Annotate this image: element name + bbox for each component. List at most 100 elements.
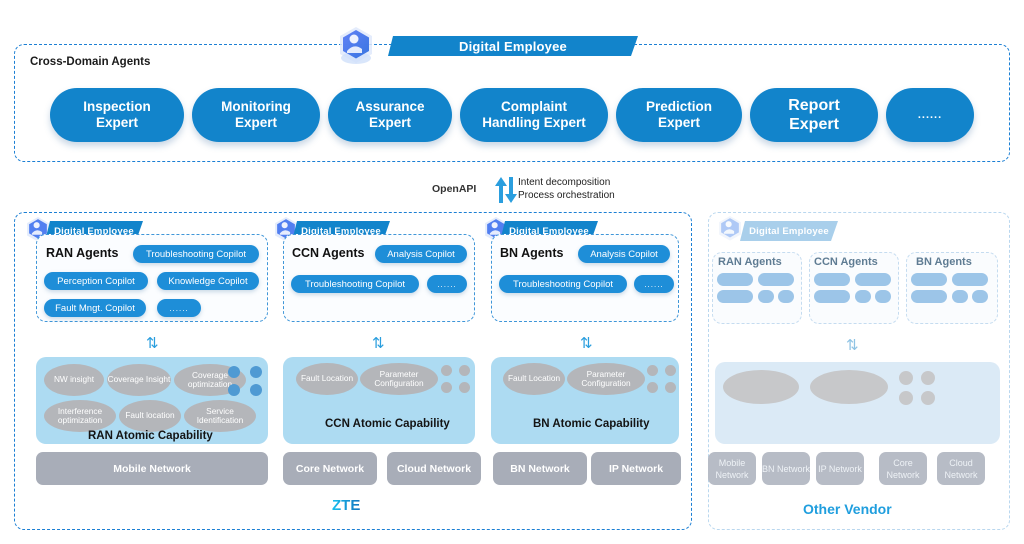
connector-line-1: Intent decomposition	[518, 177, 611, 188]
ghost-capability-ellipse	[723, 370, 799, 404]
other-network-box-mobile[interactable]: Mobile Network	[708, 452, 756, 485]
capability-dot	[459, 382, 470, 393]
ghost-pill	[952, 290, 968, 303]
capability-fault-location[interactable]: Fault Location	[503, 363, 565, 395]
expert-label-line2: Expert	[789, 116, 839, 133]
expert-button-more[interactable]: ......	[886, 88, 974, 142]
up-down-arrow-icon-ccn: ⇅	[372, 334, 385, 352]
cross-domain-agents-label: Cross-Domain Agents	[30, 56, 151, 68]
digital-employee-cube-icon	[716, 214, 744, 249]
capability-dot	[921, 391, 935, 405]
network-box-mobile[interactable]: Mobile Network	[36, 452, 268, 485]
up-down-arrow-icon-bn: ⇅	[580, 334, 593, 352]
ghost-pill	[814, 273, 850, 286]
other-network-label: Mobile Network	[715, 457, 749, 480]
other-ran-agents-title: RAN Agents	[718, 256, 782, 268]
expert-label-line1: Prediction	[645, 99, 712, 114]
expert-label-line1: Monitoring	[221, 99, 291, 114]
ran-atomic-capability-title: RAN Atomic Capability	[88, 430, 213, 442]
capability-fault-location[interactable]: Fault Location	[296, 363, 358, 395]
connector-description: Intent decomposition Process orchestrati…	[518, 177, 615, 202]
ghost-pill	[972, 290, 988, 303]
capability-dot	[899, 391, 913, 405]
ghost-pill	[875, 290, 891, 303]
capability-dot	[228, 366, 240, 378]
pill-more-bn[interactable]: ......	[634, 275, 674, 293]
expert-button-inspection[interactable]: Inspection Expert	[50, 88, 184, 142]
up-down-arrows-icon	[494, 176, 518, 209]
other-bn-agents-title: BN Agents	[916, 256, 972, 268]
capability-dot	[921, 371, 935, 385]
other-network-box-cloud[interactable]: Cloud Network	[937, 452, 985, 485]
capability-dot	[441, 365, 452, 376]
other-network-label: Cloud Network	[944, 457, 978, 480]
ghost-capability-ellipse	[810, 370, 888, 404]
ghost-pill	[814, 290, 850, 303]
network-box-bn[interactable]: BN Network	[493, 452, 587, 485]
pill-troubleshooting-copilot[interactable]: Troubleshooting Copilot	[499, 275, 627, 293]
other-network-label: BN Network	[762, 463, 811, 474]
capability-service-identification[interactable]: Service Identification	[184, 400, 256, 432]
network-box-cloud[interactable]: Cloud Network	[387, 452, 481, 485]
pill-troubleshooting-copilot[interactable]: Troubleshooting Copilot	[291, 275, 419, 293]
bn-atomic-capability-title: BN Atomic Capability	[533, 418, 650, 430]
other-vendor-label: Other Vendor	[803, 501, 892, 517]
capability-coverage-insight[interactable]: Coverage Insight	[107, 364, 171, 396]
ghost-pill	[717, 290, 753, 303]
expert-label-line1: Report	[788, 97, 840, 114]
capability-nw-insight[interactable]: NW insight	[44, 364, 104, 396]
pill-knowledge-copilot[interactable]: Knowledge Copilot	[157, 272, 259, 290]
ghost-pill	[758, 273, 794, 286]
zte-vendor-label: ZTE	[332, 497, 361, 514]
capability-dot	[665, 382, 676, 393]
pill-analysis-copilot[interactable]: Analysis Copilot	[578, 245, 670, 263]
other-ccn-agents-title: CCN Agents	[814, 256, 878, 268]
capability-parameter-configuration[interactable]: Parameter Configuration	[360, 363, 438, 395]
ghost-pill	[855, 290, 871, 303]
other-network-box-core[interactable]: Core Network	[879, 452, 927, 485]
ccn-atomic-capability-title: CCN Atomic Capability	[325, 418, 450, 430]
ghost-pill	[758, 290, 774, 303]
ghost-pill	[778, 290, 794, 303]
expert-label-line2: Handling Expert	[482, 115, 586, 130]
pill-troubleshooting-copilot[interactable]: Troubleshooting Copilot	[133, 245, 259, 263]
expert-label-line2: Expert	[657, 115, 700, 130]
digital-employee-cube-icon	[336, 24, 376, 73]
expert-button-complaint-handling[interactable]: Complaint Handling Expert	[460, 88, 608, 142]
expert-button-assurance[interactable]: Assurance Expert	[328, 88, 452, 142]
expert-label-line2: Expert	[95, 115, 138, 130]
other-network-label: Core Network	[886, 457, 920, 480]
network-box-ip[interactable]: IP Network	[591, 452, 681, 485]
ccn-agents-title: CCN Agents	[292, 246, 365, 260]
other-network-box-ip[interactable]: IP Network	[816, 452, 864, 485]
other-network-box-bn[interactable]: BN Network	[762, 452, 810, 485]
ghost-pill	[911, 290, 947, 303]
expert-button-monitoring[interactable]: Monitoring Expert	[192, 88, 320, 142]
capability-parameter-configuration[interactable]: Parameter Configuration	[567, 363, 645, 395]
pill-perception-copilot[interactable]: Perception Copilot	[44, 272, 148, 290]
capability-fault-location[interactable]: Fault location	[119, 400, 181, 432]
capability-dot	[899, 371, 913, 385]
expert-label-line1: Inspection	[83, 99, 151, 114]
digital-employee-banner-other: Digital Employee	[740, 221, 838, 241]
expert-button-prediction[interactable]: Prediction Expert	[616, 88, 742, 142]
ghost-pill	[911, 273, 947, 286]
capability-dot	[647, 382, 658, 393]
pill-fault-mngt-copilot[interactable]: Fault Mngt. Copilot	[44, 299, 146, 317]
capability-interference-optimization[interactable]: Interference optimization	[44, 400, 116, 432]
ran-agents-title: RAN Agents	[46, 246, 119, 260]
expert-label-line2: Expert	[368, 115, 411, 130]
capability-dot	[250, 366, 262, 378]
expert-button-report[interactable]: Report Expert	[750, 88, 878, 142]
pill-more-ran[interactable]: ......	[157, 299, 201, 317]
capability-dot	[250, 384, 262, 396]
up-down-arrow-icon-other: ⇅	[846, 336, 859, 354]
openapi-label: OpenAPI	[432, 183, 477, 195]
connector-line-2: Process orchestration	[518, 189, 615, 201]
network-box-core[interactable]: Core Network	[283, 452, 377, 485]
ghost-pill	[952, 273, 988, 286]
pill-analysis-copilot[interactable]: Analysis Copilot	[375, 245, 467, 263]
pill-more-ccn[interactable]: ......	[427, 275, 467, 293]
digital-employee-banner: Digital Employee	[388, 36, 638, 56]
bn-agents-title: BN Agents	[500, 246, 564, 260]
